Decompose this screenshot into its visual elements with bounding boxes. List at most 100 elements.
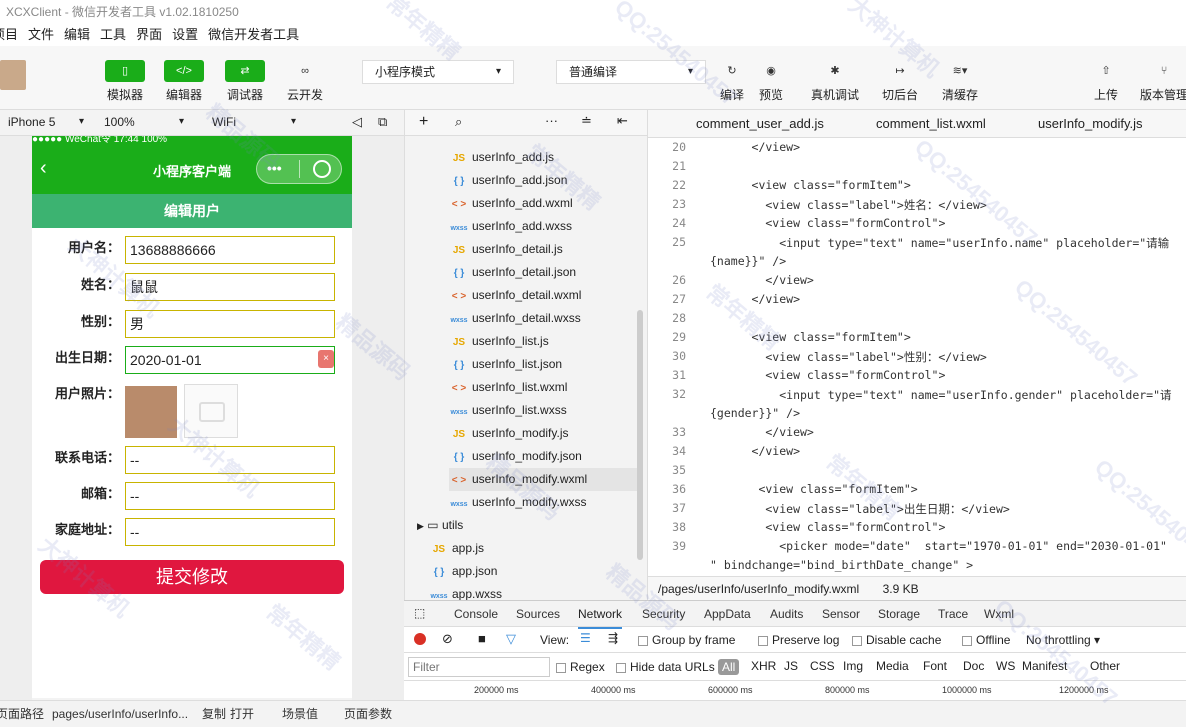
submit-button[interactable]: 提交修改 — [40, 560, 344, 594]
capsule-menu[interactable]: ••• — [256, 154, 342, 184]
clear-icon[interactable]: × — [318, 350, 334, 368]
copy-link[interactable]: 复制 — [202, 701, 226, 727]
editor-tab[interactable]: comment_list.wxml — [876, 110, 986, 138]
file-item[interactable]: { } userInfo_list.json — [449, 353, 562, 376]
file-app-json[interactable]: { } app.json — [429, 560, 498, 583]
editor-tab[interactable]: userInfo_modify.js — [1038, 110, 1143, 138]
editor-tab[interactable]: comment_user_add.js — [696, 110, 824, 138]
mode-select[interactable]: 小程序模式 — [362, 60, 514, 84]
preserve-log-option[interactable]: Preserve log — [758, 633, 839, 647]
type-filter[interactable]: CSS — [810, 659, 835, 673]
type-filter[interactable]: Img — [843, 659, 863, 673]
compile-mode-select[interactable]: 普通编译 — [556, 60, 706, 84]
menu-item[interactable]: 项目 — [0, 24, 18, 46]
open-link[interactable]: 打开 — [230, 701, 254, 727]
device-select[interactable]: iPhone 5 — [0, 112, 96, 134]
file-app-js[interactable]: JS app.js — [429, 537, 484, 560]
editor-button[interactable]: </> 编辑器 — [164, 60, 204, 103]
regex-option[interactable]: Regex — [556, 660, 605, 674]
collapse-icon[interactable]: ≐ — [581, 113, 592, 129]
close-miniprogram-icon[interactable] — [313, 160, 331, 178]
camera-icon[interactable]: ■ — [478, 631, 486, 646]
type-filter[interactable]: Manifest — [1022, 659, 1067, 673]
type-filter[interactable]: Font — [923, 659, 947, 673]
record-icon[interactable] — [414, 633, 426, 645]
zoom-select[interactable]: 100% — [92, 112, 196, 134]
disable-cache-option[interactable]: Disable cache — [852, 633, 941, 647]
devtools-tab[interactable]: Storage — [878, 601, 920, 627]
filter-input[interactable] — [408, 657, 550, 677]
type-filter[interactable]: All — [718, 659, 740, 675]
menu-item[interactable]: 文件 — [28, 24, 54, 46]
folder-utils[interactable]: ▶ ▭ utils — [417, 514, 463, 537]
code-area[interactable]: 20 </view> 21 22 <view class="formItem"> 23… — [648, 138, 1186, 576]
file-item[interactable]: wxss userInfo_list.wxss — [449, 399, 566, 422]
checkbox[interactable] — [616, 662, 626, 673]
file-item[interactable]: wxss userInfo_detail.wxss — [449, 307, 580, 330]
file-item[interactable]: < > userInfo_modify.wxml — [449, 468, 639, 491]
type-filter[interactable]: Doc — [963, 659, 984, 673]
input-address[interactable]: -- — [125, 518, 335, 546]
clear-log-icon[interactable]: ⊘ — [442, 631, 453, 647]
type-filter[interactable]: WS — [996, 659, 1015, 673]
devtools-tab[interactable]: Security — [642, 601, 685, 627]
user-photo[interactable] — [125, 386, 177, 438]
devtools-tab[interactable]: Network — [578, 601, 623, 629]
search-icon[interactable]: ⌕ — [455, 114, 462, 130]
debugger-button[interactable]: ⇄ 调试器 — [225, 60, 265, 103]
devtools-tab[interactable]: AppData — [704, 601, 751, 627]
detach-icon[interactable]: ⧉ — [378, 114, 387, 130]
sidebar-toggle-icon[interactable]: ⇤ — [617, 113, 628, 129]
file-item[interactable]: < > userInfo_add.wxml — [449, 192, 573, 215]
file-item[interactable]: wxss userInfo_modify.wxss — [449, 491, 586, 514]
checkbox[interactable] — [758, 635, 768, 646]
file-item[interactable]: { } userInfo_modify.json — [449, 445, 582, 468]
group-by-frame-option[interactable]: Group by frame — [638, 633, 735, 647]
file-item[interactable]: wxss userInfo_add.wxss — [449, 215, 572, 238]
file-scrollbar[interactable] — [637, 310, 643, 560]
background-button[interactable]: ↦ 切后台 — [880, 60, 920, 103]
offline-option[interactable]: Offline — [962, 633, 1010, 647]
devtools-tab[interactable]: Sensor — [822, 601, 860, 627]
file-item[interactable]: { } userInfo_detail.json — [449, 261, 576, 284]
devtools-tab[interactable]: Trace — [938, 601, 968, 627]
remote-debug-button[interactable]: ✱ 真机调试 — [811, 60, 859, 103]
volume-icon[interactable]: ◁ — [352, 114, 362, 130]
file-item[interactable]: JS userInfo_detail.js — [449, 238, 563, 261]
file-item[interactable]: JS userInfo_modify.js — [449, 422, 569, 445]
input-email[interactable]: -- — [125, 482, 335, 510]
menu-item[interactable]: 编辑 — [64, 24, 90, 46]
menu-item[interactable]: 微信开发者工具 — [208, 24, 299, 46]
input-phone[interactable]: -- — [125, 446, 335, 474]
input-name[interactable]: 鼠鼠 — [125, 273, 335, 301]
throttling-select[interactable]: No throttling ▾ — [1026, 633, 1100, 647]
compile-button[interactable]: ↻ 编译 — [712, 60, 752, 103]
checkbox[interactable] — [962, 635, 972, 646]
add-file-icon[interactable]: + — [419, 113, 428, 131]
more-icon[interactable]: ··· — [545, 113, 558, 128]
input-gender[interactable]: 男 — [125, 310, 335, 338]
type-filter[interactable]: XHR — [751, 659, 776, 673]
file-item[interactable]: { } userInfo_add.json — [449, 169, 568, 192]
input-birthdate[interactable]: 2020-01-01 — [125, 346, 335, 374]
type-filter[interactable]: Media — [876, 659, 909, 673]
checkbox[interactable] — [638, 635, 648, 646]
checkbox[interactable] — [852, 635, 862, 646]
preview-button[interactable]: ◉ 预览 — [751, 60, 791, 103]
waterfall-icon[interactable]: ⇶ — [608, 631, 618, 645]
network-select[interactable]: WiFi — [200, 112, 308, 134]
inspect-icon[interactable]: ⬚ — [414, 606, 425, 620]
type-filter[interactable]: Other — [1090, 659, 1120, 673]
params-link[interactable]: 页面参数 — [344, 701, 392, 727]
type-filter[interactable]: JS — [784, 659, 798, 673]
upload-button[interactable]: ⇧ 上传 — [1086, 60, 1126, 103]
devtools-tab[interactable]: Audits — [770, 601, 803, 627]
checkbox[interactable] — [556, 662, 566, 673]
filter-icon[interactable]: ▽ — [506, 631, 516, 647]
hide-data-urls-option[interactable]: Hide data URLs — [616, 660, 715, 674]
devtools-tab[interactable]: Console — [454, 601, 498, 627]
input-username[interactable]: 13688886666 — [125, 236, 335, 264]
file-item[interactable]: JS userInfo_list.js — [449, 330, 549, 353]
add-photo-placeholder[interactable] — [184, 384, 238, 438]
version-button[interactable]: ⑂ 版本管理 — [1140, 60, 1186, 103]
